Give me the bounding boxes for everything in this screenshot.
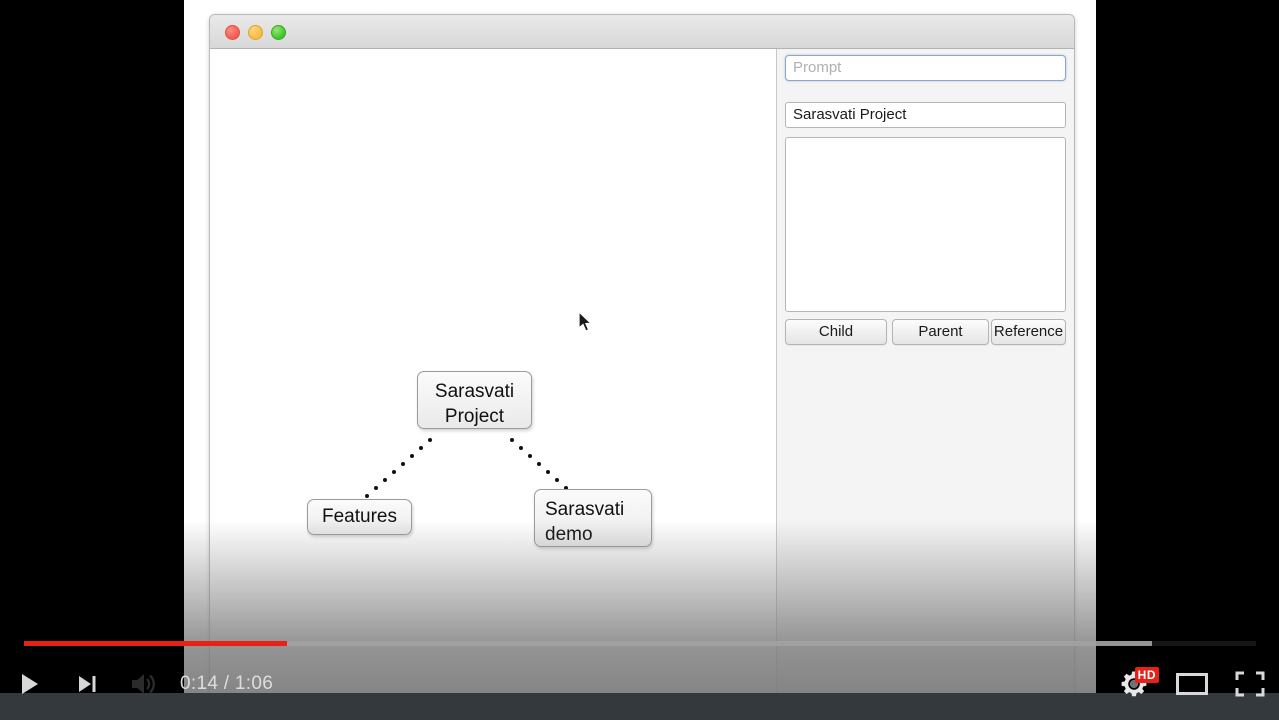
- graph-node-root[interactable]: Sarasvati Project: [417, 371, 532, 429]
- edge-dot: [546, 470, 550, 474]
- edge-dot: [510, 438, 514, 442]
- video-player: Sarasvati Project Features Sarasvati dem…: [0, 0, 1279, 720]
- add-parent-button[interactable]: Parent: [892, 319, 989, 345]
- graph-canvas[interactable]: Sarasvati Project Features Sarasvati dem…: [210, 49, 776, 693]
- close-window-button[interactable]: [225, 25, 240, 40]
- properties-panel: Prompt Sarasvati Project Child Parent Re…: [777, 49, 1074, 693]
- node-description-textarea[interactable]: [785, 137, 1066, 312]
- edge-dot: [383, 478, 387, 482]
- letterbox-left: [0, 0, 184, 693]
- letterbox-right: [1096, 0, 1279, 693]
- graph-node-demo[interactable]: Sarasvati demo: [534, 489, 652, 547]
- edge-dot: [365, 494, 369, 498]
- edge-dot: [401, 462, 405, 466]
- graph-node-features[interactable]: Features: [307, 499, 412, 535]
- video-frame: Sarasvati Project Features Sarasvati dem…: [184, 0, 1096, 693]
- edge-dot: [392, 470, 396, 474]
- volume-button[interactable]: [116, 655, 174, 713]
- node-title-input[interactable]: Sarasvati Project: [785, 102, 1066, 128]
- settings-button[interactable]: HD: [1105, 655, 1163, 713]
- controls-right-group: HD: [1105, 655, 1279, 713]
- window-titlebar: [210, 15, 1074, 49]
- next-video-button[interactable]: [58, 655, 116, 713]
- volume-icon: [132, 674, 155, 694]
- progress-bar[interactable]: [24, 641, 1256, 646]
- edge-dot: [555, 478, 559, 482]
- window-body: Sarasvati Project Features Sarasvati dem…: [210, 49, 1074, 693]
- controls-left-group: 0:14 / 1:06: [0, 655, 285, 713]
- theater-mode-icon: [1176, 673, 1208, 695]
- maximize-window-button[interactable]: [271, 25, 286, 40]
- next-video-icon: [79, 676, 96, 692]
- minimize-window-button[interactable]: [248, 25, 263, 40]
- add-reference-button[interactable]: Reference: [991, 319, 1066, 345]
- time-display: 0:14 / 1:06: [180, 673, 274, 694]
- edge-dot: [537, 462, 541, 466]
- mouse-cursor: [578, 311, 593, 332]
- edge-dot: [428, 438, 432, 442]
- edge-dot: [410, 454, 414, 458]
- progress-played: [24, 641, 287, 646]
- add-child-button[interactable]: Child: [785, 319, 887, 345]
- hd-badge: HD: [1134, 667, 1159, 683]
- edge-dot: [528, 454, 532, 458]
- edge-dot: [419, 446, 423, 450]
- theater-mode-button[interactable]: [1163, 655, 1221, 713]
- edge-dot: [374, 486, 378, 490]
- edge-dot: [519, 446, 523, 450]
- play-button[interactable]: [0, 655, 58, 713]
- application-window: Sarasvati Project Features Sarasvati dem…: [209, 14, 1075, 693]
- prompt-input[interactable]: Prompt: [785, 55, 1066, 81]
- fullscreen-icon: [1235, 671, 1265, 697]
- fullscreen-button[interactable]: [1221, 655, 1279, 713]
- play-icon: [22, 674, 38, 694]
